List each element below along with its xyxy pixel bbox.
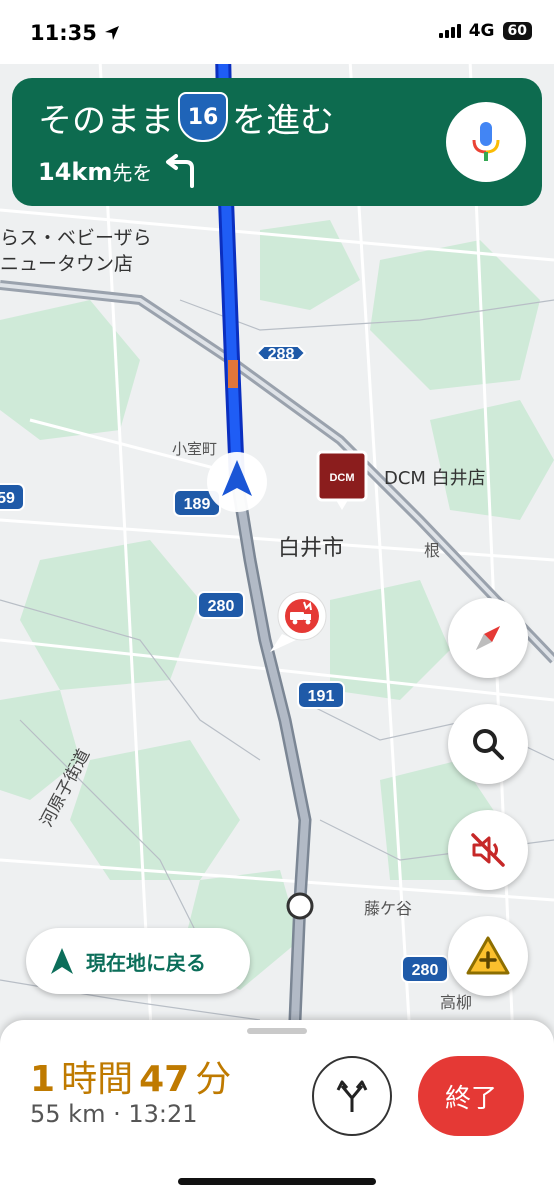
home-indicator[interactable] <box>178 1178 376 1185</box>
recenter-button[interactable]: 現在地に戻る <box>26 928 250 994</box>
battery-indicator: 60 <box>502 22 532 40</box>
shield-280a-text: 280 <box>208 598 235 615</box>
route-shield-280-a: 280 <box>197 591 245 619</box>
eta-minutes: 47 <box>139 1059 190 1100</box>
end-navigation-button[interactable]: 終了 <box>418 1056 524 1136</box>
add-report-warning-icon <box>466 936 510 975</box>
location-arrow-icon <box>105 26 120 40</box>
shield-191-text: 191 <box>308 688 335 705</box>
route-16-shield-icon: 16 <box>178 92 228 142</box>
alternate-routes-button[interactable] <box>312 1056 392 1136</box>
shield-280b-text: 280 <box>412 962 439 979</box>
route-shield-288: 288 <box>255 345 307 363</box>
eta-hours: 1 <box>30 1059 56 1100</box>
dcm-label[interactable]: DCM 白井店 <box>384 468 486 489</box>
navigation-banner[interactable]: そのまま 16 を進む 14km先を <box>12 78 542 206</box>
recenter-label: 現在地に戻る <box>86 950 206 975</box>
microphone-icon <box>472 122 500 161</box>
store-label-2: ニュータウン店 <box>0 253 133 275</box>
cellular-signal-icon <box>438 24 461 38</box>
status-indicators: 4G 60 <box>438 21 532 41</box>
route-shield-280-b: 280 <box>401 955 449 983</box>
search-button[interactable] <box>448 704 528 784</box>
fujigaya-label: 藤ケ谷 <box>364 899 412 918</box>
store-label-1: らス・ベビーザら <box>0 227 152 249</box>
mute-button[interactable] <box>448 810 528 890</box>
instruction-before: そのまま <box>38 100 174 141</box>
muted-speaker-icon <box>471 833 505 867</box>
dcm-logo-text: DCM <box>329 472 354 484</box>
shield-59-text: 59 <box>0 490 15 507</box>
dcm-store-marker[interactable]: DCM <box>316 450 368 510</box>
network-type: 4G <box>468 21 495 41</box>
search-icon <box>473 729 504 760</box>
eta-hours-unit: 時間 <box>61 1059 134 1100</box>
takayanagi-label: 高柳 <box>440 993 472 1012</box>
compass-icon <box>476 626 500 650</box>
eta-duration: 1 時間 47 分 <box>30 1050 231 1102</box>
komuro-label: 小室町 <box>172 440 217 458</box>
route-shield-191: 191 <box>297 681 345 709</box>
eta-minutes-unit: 分 <box>195 1059 232 1100</box>
navigation-arrow-icon <box>51 948 73 974</box>
compass-button[interactable] <box>448 598 528 678</box>
voice-search-button[interactable] <box>446 102 526 182</box>
city-label: 白井市 <box>278 536 344 561</box>
current-location-marker <box>207 452 267 512</box>
route-fork-icon <box>336 1080 368 1112</box>
next-turn-distance: 14km <box>38 157 113 186</box>
status-bar: 11:35 4G 60 <box>0 0 554 64</box>
nav-instruction: そのまま 16 を進む <box>38 92 334 142</box>
sheet-drag-handle[interactable] <box>247 1028 307 1034</box>
ne-label: 根 <box>424 541 440 560</box>
next-turn-suffix: 先を <box>112 160 153 185</box>
shield-189-text: 189 <box>184 496 211 513</box>
trip-summary-sheet[interactable]: 1 時間 47 分 55 km · 13:21 終了 <box>0 1020 554 1199</box>
route-shield-59: 59 <box>0 483 25 511</box>
instruction-after: を進む <box>232 100 334 141</box>
shield-288-text: 288 <box>268 346 295 363</box>
status-time: 11:35 <box>30 21 120 45</box>
turn-left-icon <box>166 154 195 188</box>
report-incident-button[interactable] <box>448 916 528 996</box>
trip-distance-arrival: 55 km · 13:21 <box>30 1100 198 1128</box>
status-time-text: 11:35 <box>30 21 97 45</box>
next-turn: 14km先を <box>38 154 200 188</box>
